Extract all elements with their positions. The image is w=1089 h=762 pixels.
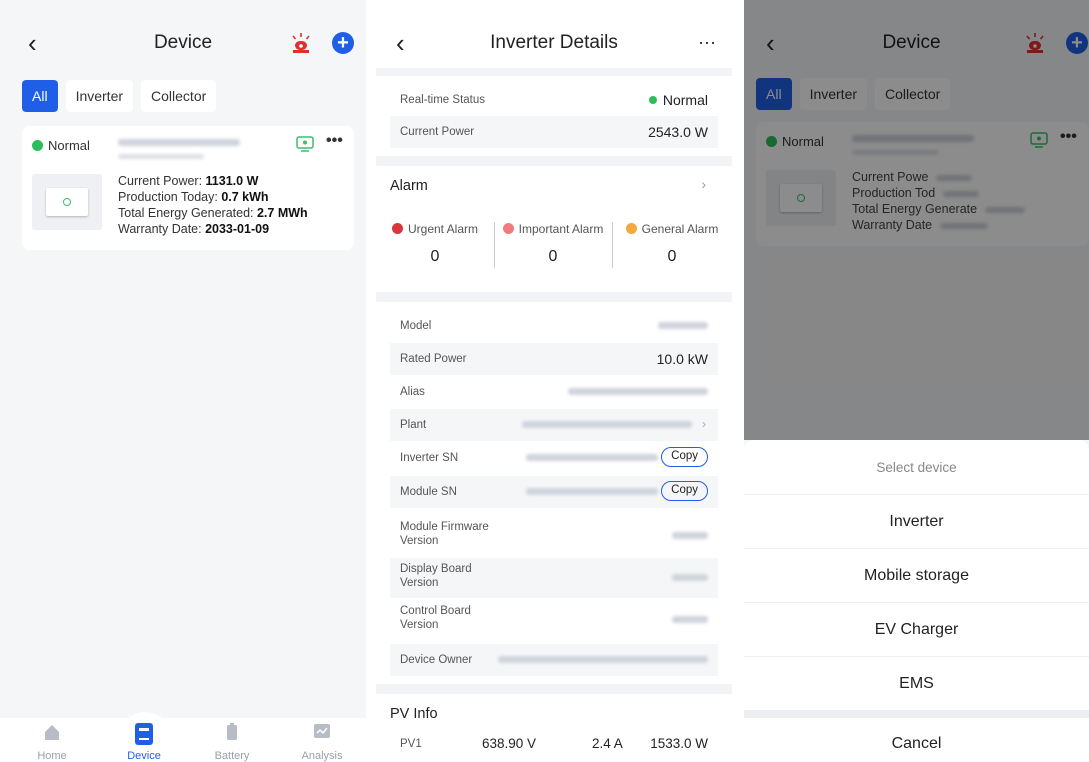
inverter-thumbnail xyxy=(32,174,102,230)
module-firmware-row: Module Firmware Version xyxy=(390,516,718,556)
display-board-row: Display Board Version xyxy=(390,558,718,598)
normal-status-dot xyxy=(648,96,657,104)
divider xyxy=(376,292,732,302)
analysis-icon xyxy=(314,724,330,738)
chevron-right-icon: › xyxy=(702,417,706,431)
status-dot xyxy=(32,140,43,151)
tab-collector[interactable]: Collector xyxy=(141,80,217,112)
nav-home[interactable]: Home xyxy=(22,723,82,762)
home-icon xyxy=(45,725,59,740)
select-device-sheet: Select device Inverter Mobile storage EV… xyxy=(744,440,1089,762)
nav-device[interactable]: Device xyxy=(114,722,174,762)
option-ems[interactable]: EMS xyxy=(744,656,1089,710)
important-alarm[interactable]: Important Alarm 0 xyxy=(494,222,612,266)
device-subtitle-redacted xyxy=(118,154,204,159)
rated-power-row: Rated Power 10.0 kW xyxy=(390,343,718,375)
control-board-row: Control Board Version xyxy=(390,600,718,640)
inverter-details-screen: ‹ Inverter Details ··· Real-time Status … xyxy=(376,0,732,762)
pv-row: PV1 638.90 V 2.4 A 1533.0 W xyxy=(400,736,708,751)
option-ev-charger[interactable]: EV Charger xyxy=(744,602,1089,656)
device-card[interactable]: Normal ••• Current Power: 1131.0 W Produ… xyxy=(22,126,354,250)
total-energy-line: Total Energy Generated: 2.7 MWh xyxy=(118,206,308,220)
divider xyxy=(376,68,732,76)
realtime-status-row: Real-time Status Normal xyxy=(400,92,708,108)
copy-module-sn-button[interactable]: Copy xyxy=(661,481,708,501)
divider xyxy=(744,710,1089,718)
modal-backdrop[interactable] xyxy=(744,0,1089,440)
more-options-button[interactable]: ••• xyxy=(326,132,343,150)
copy-inverter-sn-button[interactable]: Copy xyxy=(661,447,708,467)
urgent-dot xyxy=(391,223,403,234)
alarm-light-icon[interactable] xyxy=(290,32,312,54)
option-inverter[interactable]: Inverter xyxy=(744,494,1089,548)
device-sn-redacted xyxy=(118,139,240,146)
alias-row: Alias xyxy=(390,376,718,408)
current-power-row: Current Power 2543.0 W xyxy=(390,116,718,148)
header: ‹ Device + xyxy=(0,24,366,64)
select-device-screen: ‹ Device + All Inverter Collector Normal… xyxy=(744,0,1089,762)
header: ‹ Inverter Details ··· xyxy=(376,24,732,64)
device-list-screen: ‹ Device + All Inverter Collector Normal… xyxy=(0,0,366,762)
add-device-button[interactable]: + xyxy=(332,32,354,54)
chevron-right-icon[interactable]: › xyxy=(701,176,706,192)
alarm-section-title: Alarm xyxy=(390,178,428,194)
battery-icon xyxy=(227,723,237,740)
more-button[interactable]: ··· xyxy=(698,32,716,53)
module-sn-row: Module SN Copy xyxy=(390,476,718,508)
plant-row[interactable]: Plant › xyxy=(390,409,718,441)
current-power-line: Current Power: 1131.0 W xyxy=(118,174,259,188)
filter-tabs: All Inverter Collector xyxy=(22,80,217,112)
divider xyxy=(376,156,732,166)
cancel-button[interactable]: Cancel xyxy=(744,718,1089,762)
nav-analysis[interactable]: Analysis xyxy=(292,723,352,762)
model-row: Model xyxy=(390,310,718,342)
monitor-icon[interactable] xyxy=(296,136,314,152)
general-alarm[interactable]: General Alarm 0 xyxy=(613,222,731,266)
urgent-alarm[interactable]: Urgent Alarm 0 xyxy=(376,222,494,266)
device-icon xyxy=(135,723,153,745)
general-dot xyxy=(625,223,637,234)
tab-inverter[interactable]: Inverter xyxy=(65,80,134,112)
nav-battery[interactable]: Battery xyxy=(202,723,262,762)
pv-info-title: PV Info xyxy=(390,706,438,722)
page-title: Inverter Details xyxy=(490,32,618,53)
option-mobile-storage[interactable]: Mobile storage xyxy=(744,548,1089,602)
device-owner-row: Device Owner xyxy=(390,644,718,676)
inverter-sn-row: Inverter SN Copy xyxy=(390,442,718,474)
bottom-nav: Home Device Battery Analysis xyxy=(0,718,366,762)
production-today-line: Production Today: 0.7 kWh xyxy=(118,190,269,204)
warranty-date-line: Warranty Date: 2033-01-09 xyxy=(118,222,270,236)
important-dot xyxy=(502,223,514,234)
sheet-title: Select device xyxy=(876,460,957,475)
status-label: Normal xyxy=(48,138,90,153)
divider xyxy=(376,684,732,694)
tab-all[interactable]: All xyxy=(22,80,58,112)
